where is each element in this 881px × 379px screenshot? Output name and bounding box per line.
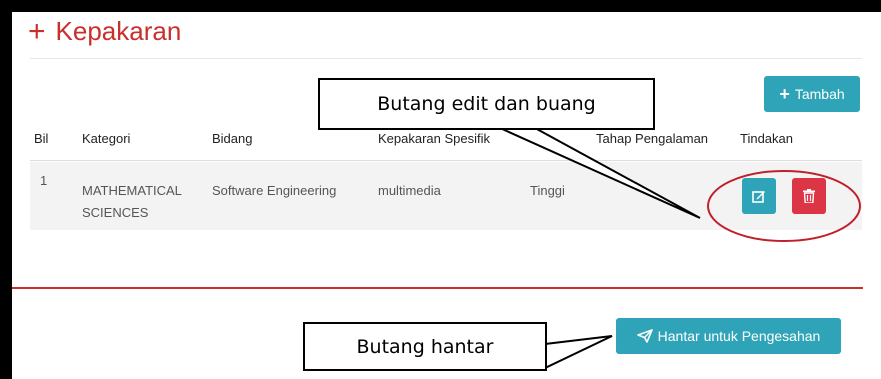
title-divider bbox=[30, 58, 862, 59]
header-tahap: Tahap Pengalaman bbox=[596, 131, 709, 146]
trash-icon bbox=[803, 189, 815, 203]
section-title-text: Kepakaran bbox=[55, 16, 182, 46]
header-divider bbox=[30, 160, 862, 161]
black-frame-top bbox=[0, 0, 881, 12]
submit-button-label: Hantar untuk Pengesahan bbox=[657, 328, 821, 344]
cell-bidang: Software Engineering bbox=[212, 183, 337, 198]
header-kategori: Kategori bbox=[82, 131, 131, 146]
cell-kepakaran: multimedia bbox=[378, 183, 441, 198]
black-frame-left bbox=[0, 0, 12, 379]
paper-plane-icon bbox=[636, 329, 653, 343]
add-button-label: Tambah bbox=[794, 86, 845, 102]
cell-bil: 1 bbox=[40, 173, 48, 188]
annotation-submit: Butang hantar bbox=[303, 322, 547, 371]
plus-icon: + bbox=[779, 83, 790, 104]
header-bil: Bil bbox=[34, 131, 49, 146]
edit-icon bbox=[752, 191, 765, 203]
header-bidang: Bidang bbox=[212, 131, 253, 146]
section-title: + Kepakaran bbox=[28, 16, 181, 47]
annotation-edit-delete: Butang edit dan buang bbox=[318, 78, 655, 130]
cell-kategori-line1: MATHEMATICAL bbox=[82, 183, 182, 198]
cell-tahap: Tinggi bbox=[530, 183, 565, 198]
edit-button[interactable] bbox=[742, 178, 776, 214]
header-tindakan: Tindakan bbox=[740, 131, 793, 146]
header-kepakaran: Kepakaran Spesifik bbox=[378, 131, 491, 146]
section-divider-red bbox=[12, 287, 863, 289]
plus-icon: + bbox=[28, 14, 46, 48]
add-button[interactable]: + Tambah bbox=[764, 76, 860, 112]
delete-button[interactable] bbox=[792, 178, 826, 214]
cell-kategori-line2: SCIENCES bbox=[82, 205, 149, 220]
submit-button[interactable]: Hantar untuk Pengesahan bbox=[616, 318, 841, 354]
